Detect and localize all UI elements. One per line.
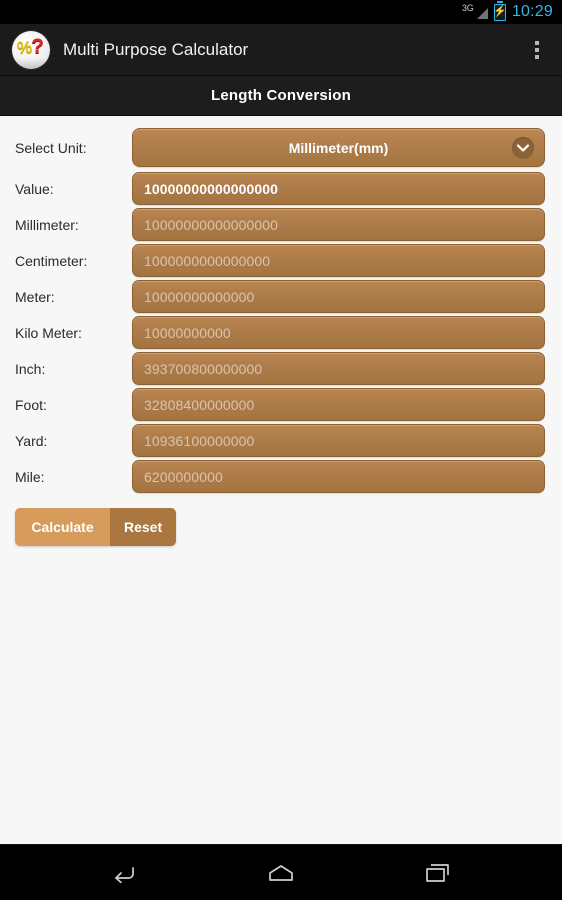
overflow-menu-icon[interactable] xyxy=(518,27,556,73)
kilometer-value: 10000000000 xyxy=(144,324,231,341)
question-mark-glyph: ? xyxy=(31,34,44,58)
select-unit-row: Select Unit: Millimeter(mm) xyxy=(15,128,545,167)
mile-label: Mile: xyxy=(15,468,45,485)
conversion-form: Select Unit: Millimeter(mm) Value: 10000… xyxy=(0,116,562,844)
battery-charging-icon: ⚡ xyxy=(493,3,507,21)
back-arrow-icon[interactable] xyxy=(98,851,150,895)
android-navigation-bar xyxy=(0,844,562,900)
select-unit-label: Select Unit: xyxy=(15,139,87,156)
kilometer-label: Kilo Meter: xyxy=(15,324,82,341)
signal-bars-shape xyxy=(476,8,488,19)
recent-apps-icon[interactable] xyxy=(412,851,464,895)
value-row: Value: 10000000000000000 xyxy=(15,172,545,205)
app-title: Multi Purpose Calculator xyxy=(63,39,249,59)
home-icon[interactable] xyxy=(255,851,307,895)
charging-bolt-glyph: ⚡ xyxy=(493,5,507,18)
inch-label: Inch: xyxy=(15,360,46,377)
app-screen: 3G ⚡ 10:29 % ? Multi Purpose Calculator … xyxy=(0,0,562,900)
status-bar-icons: 3G ⚡ 10:29 xyxy=(462,3,553,21)
millimeter-output[interactable]: 10000000000000000 xyxy=(132,208,545,241)
signal-triangle-icon: 3G xyxy=(462,3,488,21)
mile-output[interactable]: 6200000000 xyxy=(132,460,545,493)
percent-question-app-icon: % ? xyxy=(12,30,50,69)
inch-row: Inch: 393700800000000 xyxy=(15,352,545,385)
icon-shadow xyxy=(12,57,50,69)
foot-row: Foot: 32808400000000 xyxy=(15,388,545,421)
reset-button[interactable]: Reset xyxy=(110,508,177,546)
network-type-label: 3G xyxy=(461,3,474,13)
meter-value: 10000000000000 xyxy=(144,288,255,305)
action-bar: % ? Multi Purpose Calculator xyxy=(0,24,562,76)
inch-output[interactable]: 393700800000000 xyxy=(132,352,545,385)
mile-value: 6200000000 xyxy=(144,468,223,485)
yard-row: Yard: 10936100000000 xyxy=(15,424,545,457)
kilometer-row: Kilo Meter: 10000000000 xyxy=(15,316,545,349)
value-input-text: 10000000000000000 xyxy=(144,180,279,197)
chevron-down-icon[interactable] xyxy=(512,136,534,159)
overflow-dot xyxy=(535,47,539,52)
kilometer-output[interactable]: 10000000000 xyxy=(132,316,545,349)
meter-label: Meter: xyxy=(15,288,55,305)
action-button-group: Calculate Reset xyxy=(15,508,177,546)
value-label: Value: xyxy=(15,180,54,197)
centimeter-row: Centimeter: 1000000000000000 xyxy=(15,244,545,277)
millimeter-row: Millimeter: 10000000000000000 xyxy=(15,208,545,241)
calculate-button[interactable]: Calculate xyxy=(15,508,110,546)
yard-value: 10936100000000 xyxy=(144,432,255,449)
screen-subtitle-bar: Length Conversion xyxy=(0,76,562,116)
status-bar-clock: 10:29 xyxy=(511,3,553,20)
value-input[interactable]: 10000000000000000 xyxy=(132,172,545,205)
meter-output[interactable]: 10000000000000 xyxy=(132,280,545,313)
millimeter-label: Millimeter: xyxy=(15,216,79,233)
overflow-dot xyxy=(535,40,539,45)
millimeter-value: 10000000000000000 xyxy=(144,216,279,233)
yard-label: Yard: xyxy=(15,432,48,449)
select-unit-dropdown[interactable]: Millimeter(mm) xyxy=(132,128,545,167)
foot-label: Foot: xyxy=(15,396,47,413)
centimeter-output[interactable]: 1000000000000000 xyxy=(132,244,545,277)
inch-value: 393700800000000 xyxy=(144,360,263,377)
overflow-dot xyxy=(535,54,539,59)
select-unit-selected-value: Millimeter(mm) xyxy=(288,139,389,156)
status-bar: 3G ⚡ 10:29 xyxy=(0,0,562,24)
foot-value: 32808400000000 xyxy=(144,396,255,413)
mile-row: Mile: 6200000000 xyxy=(15,460,545,493)
foot-output[interactable]: 32808400000000 xyxy=(132,388,545,421)
centimeter-label: Centimeter: xyxy=(15,252,88,269)
yard-output[interactable]: 10936100000000 xyxy=(132,424,545,457)
page-title: Length Conversion xyxy=(210,87,352,104)
centimeter-value: 1000000000000000 xyxy=(144,252,271,269)
meter-row: Meter: 10000000000000 xyxy=(15,280,545,313)
